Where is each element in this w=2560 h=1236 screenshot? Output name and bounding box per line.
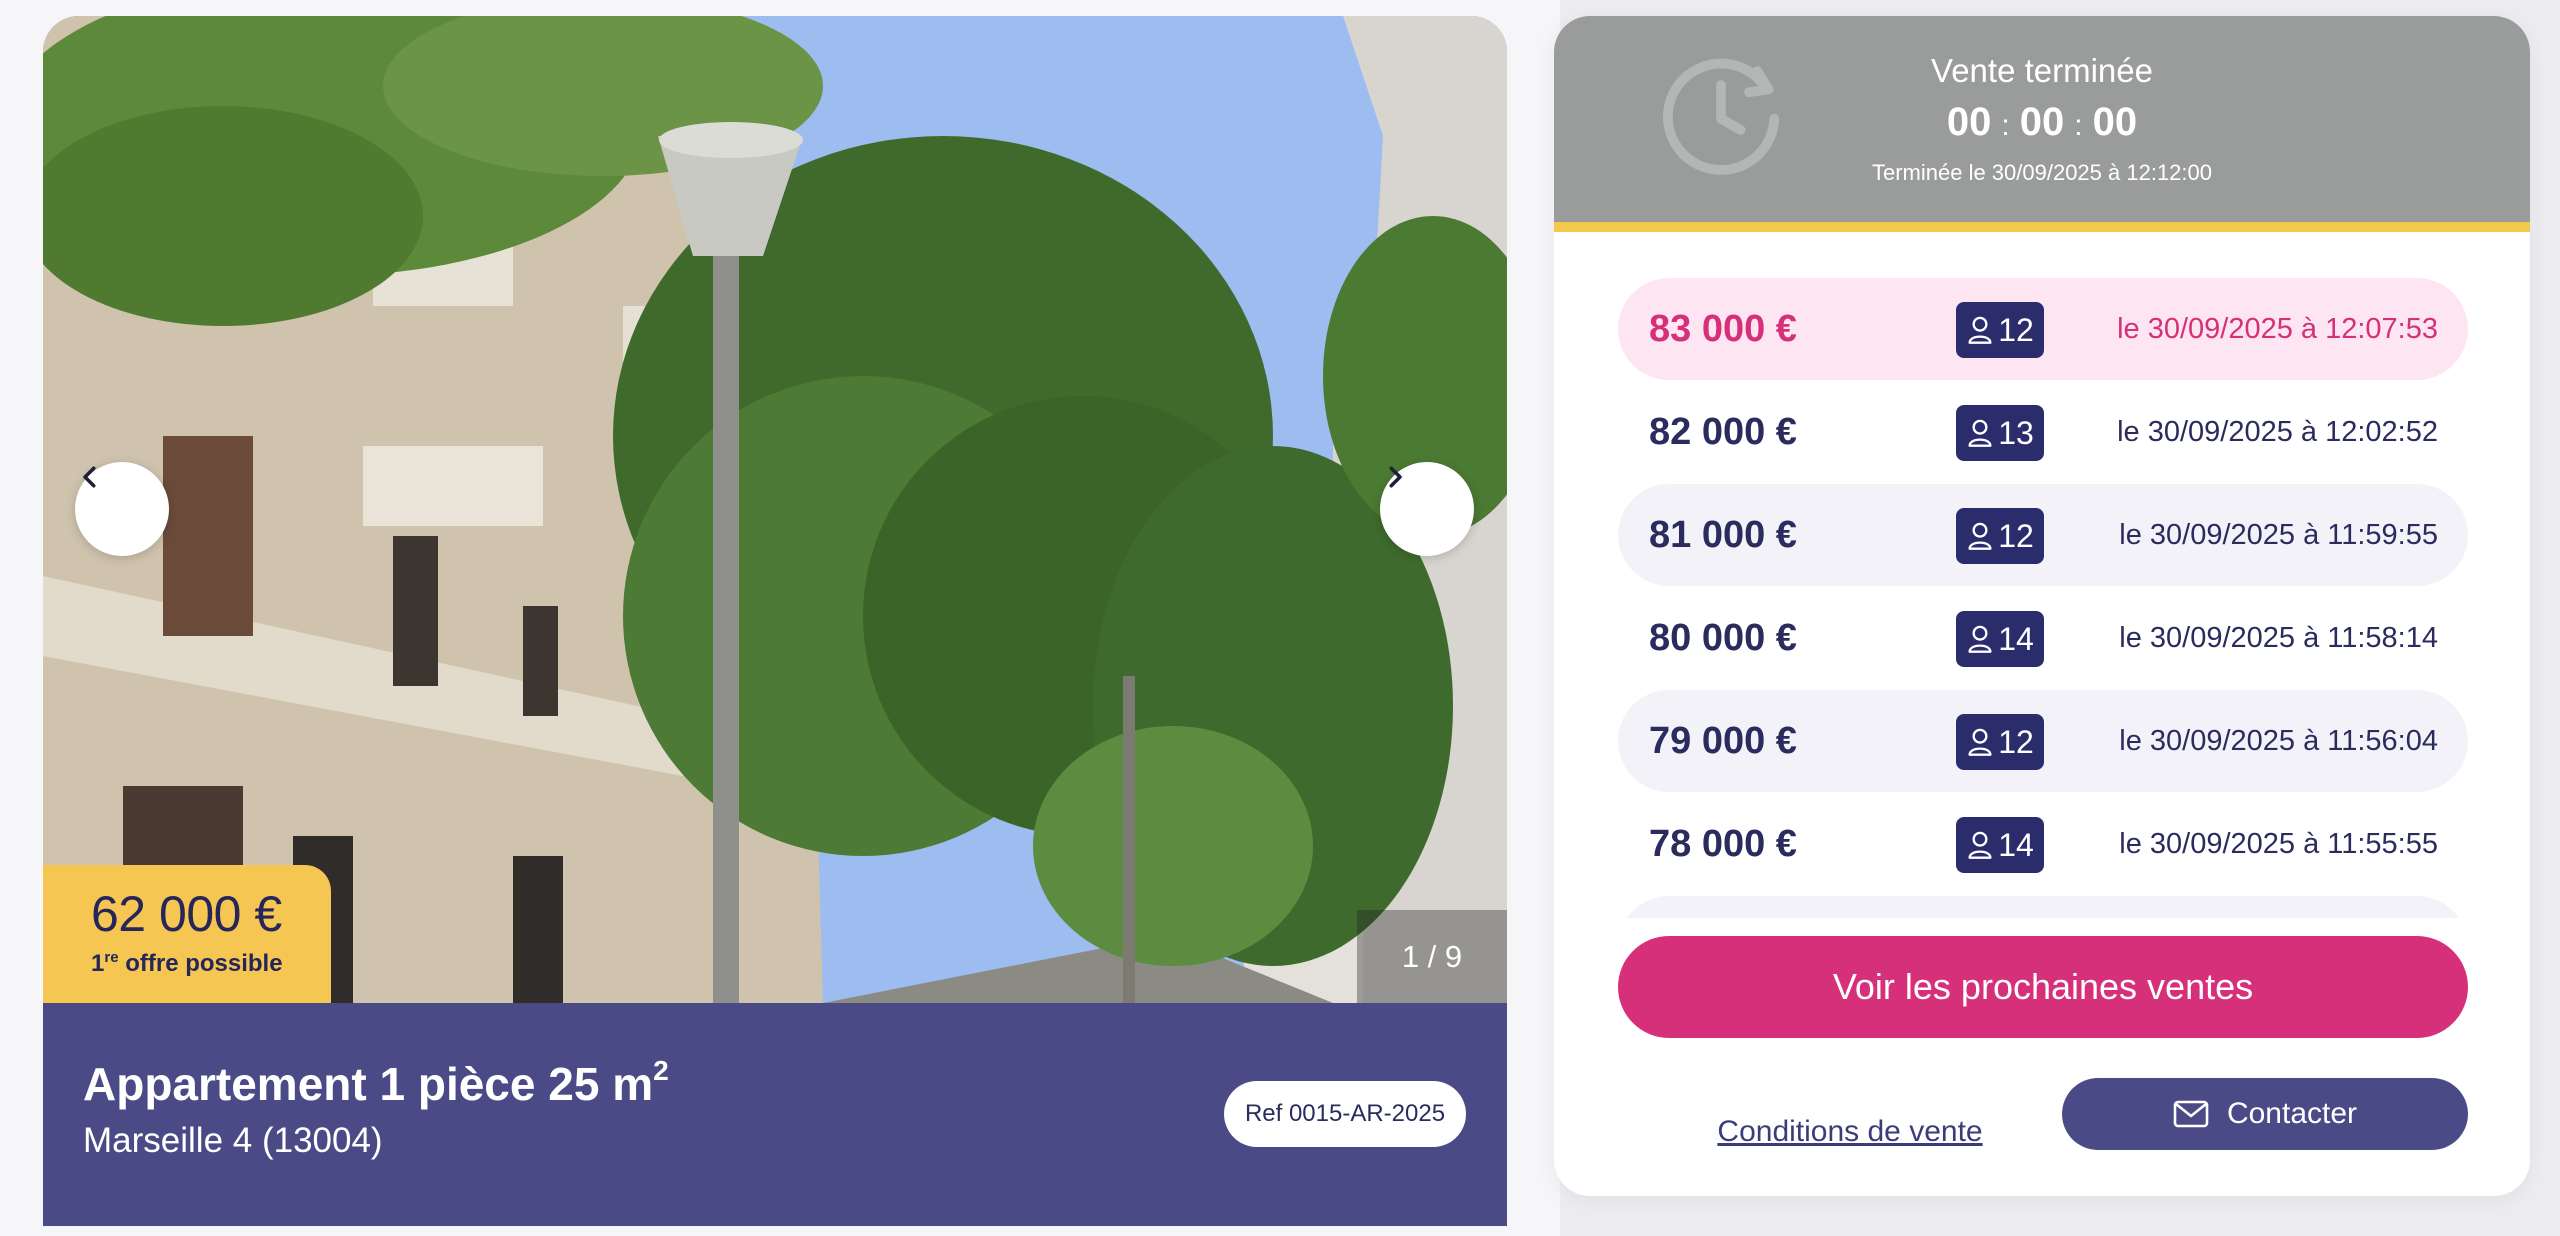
bid-amount: 78 000 € (1649, 823, 1797, 865)
reference-badge: Ref 0015-AR-2025 (1224, 1081, 1466, 1147)
user-icon (1968, 831, 1992, 859)
user-icon (1968, 316, 1992, 344)
bid-row: 82 000 € 13 le 30/09/2025 à 12:02:52 (1618, 381, 2468, 483)
bid-date: le 30/09/2025 à 12:02:52 (2117, 416, 2438, 448)
bid-date: le 30/09/2025 à 11:59:55 (2119, 519, 2438, 551)
listing-city: Marseille 4 (13004) (83, 1121, 383, 1160)
contact-label: Contacter (2226, 1097, 2358, 1130)
timer-hours: 00 (1946, 100, 1992, 144)
status-divider (1554, 222, 2530, 232)
bid-amount: 81 000 € (1649, 514, 1797, 556)
sale-conditions-link[interactable]: Conditions de vente (1690, 1096, 2010, 1168)
bidder-number: 13 (1998, 414, 2034, 451)
bid-history-list[interactable]: 83 000 € 12 le 30/09/2025 à 12:07:53 82 … (1618, 278, 2468, 918)
bid-amount: 82 000 € (1649, 411, 1797, 453)
timer-minutes: 00 (2019, 100, 2065, 144)
timer-separator: : (2074, 109, 2083, 142)
mail-icon (2173, 1100, 2209, 1128)
sale-status-header: Vente terminée 00 : 00 : 00 Terminée le … (1554, 16, 2530, 222)
user-icon (1968, 419, 1992, 447)
countdown-timer: 00 : 00 : 00 (1554, 100, 2530, 145)
starting-price: 62 000 € (91, 886, 282, 942)
auction-panel: Vente terminée 00 : 00 : 00 Terminée le … (1554, 16, 2530, 1196)
user-icon (1968, 625, 1992, 653)
sale-ended-at: Terminée le 30/09/2025 à 12:12:00 (1871, 160, 2213, 185)
bidder-badge: 12 (1956, 302, 2044, 358)
bidder-number: 12 (1998, 723, 2034, 760)
chevron-right-icon (1389, 466, 1402, 488)
photo-illustration (43, 16, 1507, 1003)
timer-separator: : (2001, 109, 2010, 142)
starting-price-tag: 62 000 € 1re offre possible (43, 865, 331, 1003)
bid-date: le 30/09/2025 à 11:56:04 (2119, 725, 2438, 757)
bidder-badge: 12 (1956, 714, 2044, 770)
gallery-next-button[interactable] (1380, 462, 1474, 556)
bidder-badge: 14 (1956, 817, 2044, 873)
bidder-badge: 12 (1956, 508, 2044, 564)
contact-button[interactable]: Contacter (2062, 1078, 2468, 1150)
bidder-number: 14 (1998, 620, 2034, 657)
bid-row-top: 83 000 € 12 le 30/09/2025 à 12:07:53 (1618, 278, 2468, 380)
user-icon (1968, 728, 1992, 756)
bid-row: 81 000 € 12 le 30/09/2025 à 11:59:55 (1618, 484, 2468, 586)
bid-amount: 80 000 € (1649, 617, 1797, 659)
bidder-number: 14 (1998, 826, 2034, 863)
listing-photo: 1 / 9 62 000 € 1re offre possible (43, 16, 1507, 1003)
bidder-number: 12 (1998, 517, 2034, 554)
gallery-counter: 1 / 9 (1357, 910, 1507, 1003)
sale-status-title: Vente terminée (1931, 52, 2153, 89)
bid-amount: 83 000 € (1649, 308, 1797, 350)
bid-row-partial (1618, 896, 2468, 918)
bid-amount: 79 000 € (1649, 720, 1797, 762)
timer-seconds: 00 (2092, 100, 2138, 144)
listing-info: Appartement 1 pièce 25 m2 Marseille 4 (1… (43, 1003, 1507, 1226)
listing-card: 1 / 9 62 000 € 1re offre possible Appart… (43, 16, 1507, 1226)
gallery-prev-button[interactable] (75, 462, 169, 556)
bid-date: le 30/09/2025 à 11:58:14 (2119, 622, 2438, 654)
user-icon (1968, 522, 1992, 550)
bid-date: le 30/09/2025 à 12:07:53 (2117, 313, 2438, 345)
listing-title: Appartement 1 pièce 25 m2 (83, 1055, 669, 1110)
chevron-left-icon (83, 466, 96, 488)
bidder-badge: 13 (1956, 405, 2044, 461)
bidder-badge: 14 (1956, 611, 2044, 667)
bidder-number: 12 (1998, 311, 2034, 348)
bid-row: 80 000 € 14 le 30/09/2025 à 11:58:14 (1618, 587, 2468, 689)
bid-row: 79 000 € 12 le 30/09/2025 à 11:56:04 (1618, 690, 2468, 792)
upcoming-sales-button[interactable]: Voir les prochaines ventes (1618, 936, 2468, 1038)
bid-row: 78 000 € 14 le 30/09/2025 à 11:55:55 (1618, 793, 2468, 895)
bid-date: le 30/09/2025 à 11:55:55 (2119, 828, 2438, 860)
starting-price-caption: 1re offre possible (91, 949, 283, 977)
